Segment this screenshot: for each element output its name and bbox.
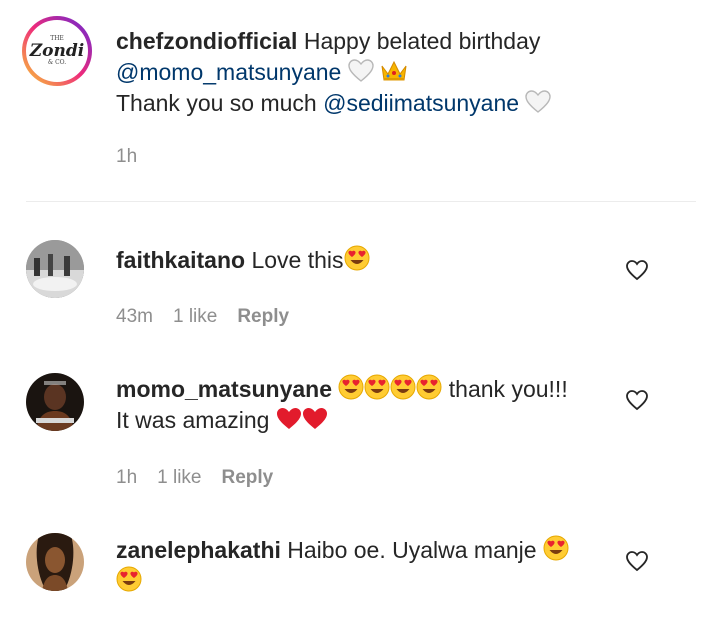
caption-meta: 1h bbox=[116, 146, 137, 168]
comment-username[interactable]: faithkaitano bbox=[116, 247, 245, 273]
comment-body: Love this bbox=[251, 247, 344, 273]
white-heart-emoji bbox=[348, 59, 374, 82]
comment-meta: 1h 1 like Reply bbox=[116, 467, 273, 489]
logo-brand: Zondi bbox=[29, 41, 85, 61]
mention-sedii[interactable]: @sediimatsunyane bbox=[323, 90, 519, 116]
white-heart-emoji bbox=[525, 90, 552, 113]
comment-username[interactable]: momo_matsunyane bbox=[116, 376, 332, 402]
avatar-photo bbox=[26, 373, 84, 431]
caption-avatar[interactable]: THE Zondi & CO. bbox=[22, 16, 92, 86]
avatar-photo bbox=[26, 533, 84, 591]
like-heart-icon[interactable] bbox=[625, 259, 649, 281]
avatar-photo bbox=[26, 240, 84, 298]
comment-timestamp: 1h bbox=[116, 467, 138, 488]
logo-small-bottom: & CO. bbox=[47, 59, 67, 66]
comment-username[interactable]: zanelephakathi bbox=[116, 537, 281, 563]
like-heart-icon[interactable] bbox=[625, 550, 649, 572]
heart-eyes-emoji bbox=[543, 535, 569, 561]
comment-text: zanelephakathi Haibo oe. Uyalwa manje bbox=[116, 535, 606, 597]
post-caption: THE Zondi & CO. chefzondiofficial Happy … bbox=[0, 0, 720, 200]
comment-meta: 43m 1 like Reply bbox=[116, 306, 289, 328]
heart-eyes-emoji bbox=[416, 374, 442, 400]
red-heart-emoji bbox=[276, 408, 301, 429]
comment-body: thank you!!! bbox=[448, 376, 568, 402]
heart-eyes-emoji bbox=[116, 566, 142, 592]
avatar[interactable] bbox=[26, 533, 84, 591]
comment-text: momo_matsunyane thank you!!! It was amaz… bbox=[116, 374, 606, 436]
caption-text: chefzondiofficial Happy belated birthday… bbox=[116, 26, 606, 119]
caption-line1: Happy belated birthday bbox=[303, 28, 541, 54]
heart-eyes-emoji bbox=[344, 245, 370, 271]
like-heart-icon[interactable] bbox=[625, 389, 649, 411]
red-heart-emoji bbox=[302, 408, 327, 429]
like-count[interactable]: 1 like bbox=[157, 467, 201, 489]
crown-emoji bbox=[381, 60, 407, 81]
brand-logo: THE Zondi & CO. bbox=[26, 20, 88, 82]
comment-text: faithkaitano Love this bbox=[116, 245, 606, 276]
comment-body-line2: It was amazing bbox=[116, 407, 270, 433]
heart-eyes-emoji bbox=[364, 374, 390, 400]
like-count[interactable]: 1 like bbox=[173, 306, 217, 328]
heart-eyes-emoji bbox=[390, 374, 416, 400]
mention-momo[interactable]: @momo_matsunyane bbox=[116, 59, 341, 85]
avatar[interactable] bbox=[26, 373, 84, 431]
caption-line3: Thank you so much bbox=[116, 90, 317, 116]
heart-eyes-emoji bbox=[338, 374, 364, 400]
caption-timestamp: 1h bbox=[116, 146, 138, 167]
comment-body: Haibo oe. Uyalwa manje bbox=[287, 537, 537, 563]
reply-button[interactable]: Reply bbox=[222, 467, 274, 489]
avatar[interactable] bbox=[26, 240, 84, 298]
caption-username[interactable]: chefzondiofficial bbox=[116, 28, 297, 54]
reply-button[interactable]: Reply bbox=[237, 306, 289, 328]
caption-divider bbox=[26, 201, 696, 202]
comment-timestamp: 43m bbox=[116, 306, 153, 327]
